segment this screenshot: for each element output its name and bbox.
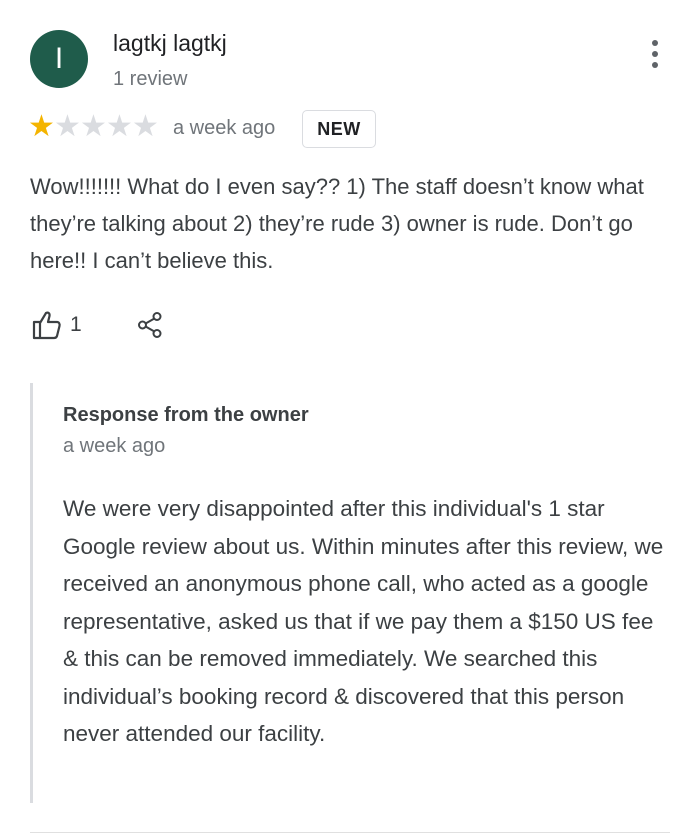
- star-icon: ★: [54, 110, 81, 143]
- review-actions: 1: [30, 305, 165, 345]
- review-time: a week ago: [173, 117, 276, 139]
- star-icon: ★: [28, 110, 55, 143]
- new-badge: NEW: [302, 110, 376, 148]
- thumbs-up-icon: [32, 311, 61, 340]
- reviewer-name[interactable]: lagtkj lagtkj: [113, 30, 227, 57]
- star-rating: ★ ★ ★ ★ ★: [28, 110, 159, 143]
- star-icon: ★: [106, 110, 133, 143]
- more-vert-icon[interactable]: [644, 38, 666, 70]
- review-count: 1 review: [113, 68, 188, 90]
- owner-response-text: We were very disappointed after this ind…: [63, 496, 664, 746]
- like-button[interactable]: 1: [30, 309, 82, 341]
- share-button[interactable]: [135, 310, 165, 340]
- review-text: Wow!!!!!!! What do I even say?? 1) The s…: [30, 174, 644, 273]
- owner-response-time: a week ago: [63, 435, 166, 457]
- owner-response-title: Response from the owner: [63, 404, 309, 426]
- star-icon: ★: [80, 110, 107, 143]
- like-count: 1: [70, 313, 82, 336]
- avatar[interactable]: I: [30, 30, 88, 88]
- star-icon: ★: [132, 110, 159, 143]
- divider: [30, 832, 670, 833]
- avatar-initial: I: [54, 42, 64, 75]
- share-icon: [137, 312, 162, 338]
